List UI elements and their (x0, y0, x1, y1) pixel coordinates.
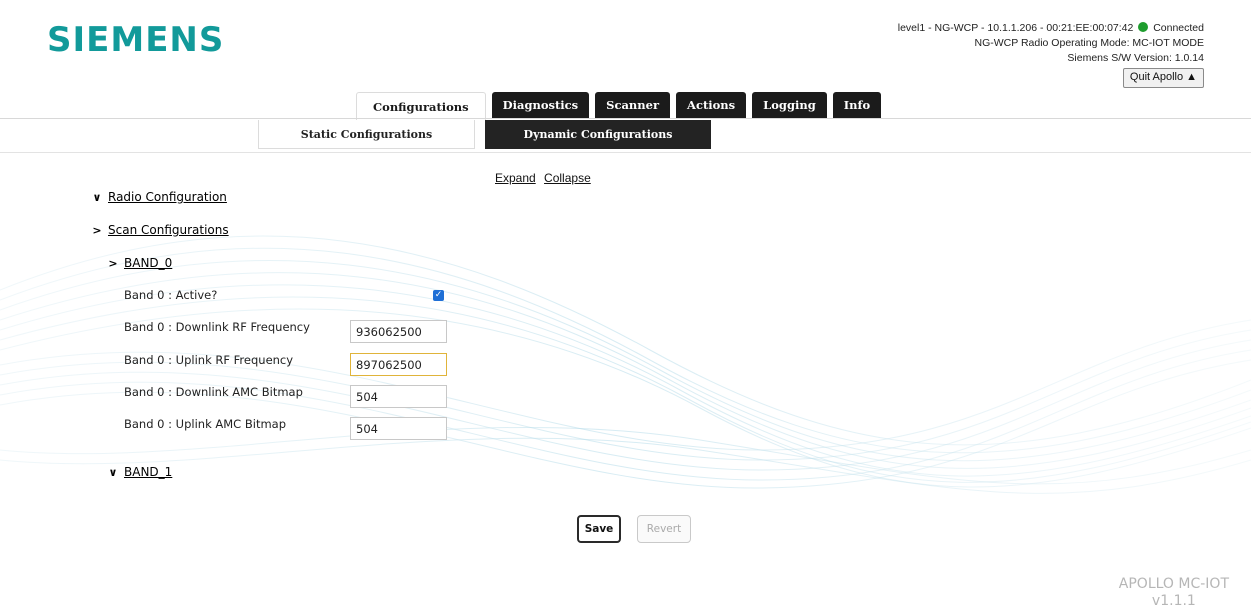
expand-all-link[interactable]: Expand (495, 171, 536, 185)
band0-uplink-amc-input[interactable] (350, 417, 447, 440)
band0-uplink-amc-label: Band 0 : Uplink AMC Bitmap (124, 417, 287, 431)
software-version: Siemens S/W Version: 1.0.14 (1067, 52, 1204, 64)
quit-apollo-button[interactable]: Quit Apollo ▲ (1122, 68, 1204, 88)
footer-version: v1.1.1 (1151, 593, 1196, 609)
siemens-logo: SIEMENS (47, 20, 225, 60)
tree-item-band-1[interactable]: ∨ BAND_1 (106, 465, 173, 479)
band-0-label: BAND_0 (124, 256, 173, 270)
connection-text: level1 - NG-WCP - 10.1.1.206 - 00:21:EE:… (897, 22, 1134, 34)
tree-item-scan-configurations[interactable]: > Scan Configurations (90, 223, 229, 237)
band0-downlink-amc-label: Band 0 : Downlink AMC Bitmap (124, 385, 303, 399)
connected-label: Connected (1153, 22, 1204, 34)
tab-actions[interactable]: Actions (676, 92, 747, 118)
tab-diagnostics[interactable]: Diagnostics (491, 92, 590, 118)
tree-item-band-0[interactable]: > BAND_0 (106, 256, 172, 270)
chevron-right-icon: > (108, 256, 118, 270)
tab-logging[interactable]: Logging (752, 92, 827, 118)
radio-configuration-label: Radio Configuration (108, 190, 227, 204)
main-tab-bar: Configurations Diagnostics Scanner Actio… (356, 92, 882, 120)
connected-status-icon (1138, 22, 1149, 32)
connection-info: level1 - NG-WCP - 10.1.1.206 - 00:21:EE:… (898, 21, 1204, 36)
warning-icon: ▲ (1186, 71, 1197, 83)
save-button[interactable]: Save (577, 515, 621, 543)
background-waves (0, 150, 1251, 611)
sub-tab-bar: Static Configurations Dynamic Configurat… (258, 120, 711, 149)
subtab-static-configurations[interactable]: Static Configurations (258, 120, 475, 149)
subtab-divider (0, 152, 1251, 153)
tab-divider (0, 118, 1251, 119)
band0-active-checkbox[interactable]: ✓ (433, 290, 444, 301)
band-1-label: BAND_1 (124, 465, 173, 479)
chevron-down-icon: ∨ (108, 465, 118, 479)
subtab-dynamic-configurations[interactable]: Dynamic Configurations (485, 120, 711, 149)
footer-product-info: APOLLO MC-IOT v1.1.1 (1119, 576, 1229, 610)
tab-configurations[interactable]: Configurations (356, 92, 486, 120)
band0-downlink-rf-label: Band 0 : Downlink RF Frequency (124, 320, 310, 334)
revert-button[interactable]: Revert (637, 515, 691, 543)
chevron-down-icon: ∨ (92, 190, 102, 204)
operating-mode: NG-WCP Radio Operating Mode: MC-IOT MODE (974, 37, 1204, 49)
band0-downlink-rf-input[interactable] (350, 320, 447, 343)
tab-info[interactable]: Info (832, 92, 882, 118)
footer-product-name: APOLLO MC-IOT (1118, 576, 1229, 592)
band0-active-label: Band 0 : Active? (124, 288, 218, 302)
quit-apollo-label: Quit Apollo (1129, 71, 1184, 83)
chevron-right-icon: > (92, 223, 102, 237)
connection-status-panel: level1 - NG-WCP - 10.1.1.206 - 00:21:EE:… (898, 21, 1204, 88)
band0-downlink-amc-input[interactable] (350, 385, 447, 408)
tree-item-radio-configuration[interactable]: ∨ Radio Configuration (90, 190, 227, 204)
band0-uplink-rf-label: Band 0 : Uplink RF Frequency (124, 353, 294, 367)
tree-controls: Expand Collapse (495, 171, 596, 185)
scan-configurations-label: Scan Configurations (108, 223, 229, 237)
band0-uplink-rf-input[interactable] (350, 353, 447, 376)
collapse-all-link[interactable]: Collapse (544, 171, 591, 185)
tab-scanner[interactable]: Scanner (595, 92, 671, 118)
